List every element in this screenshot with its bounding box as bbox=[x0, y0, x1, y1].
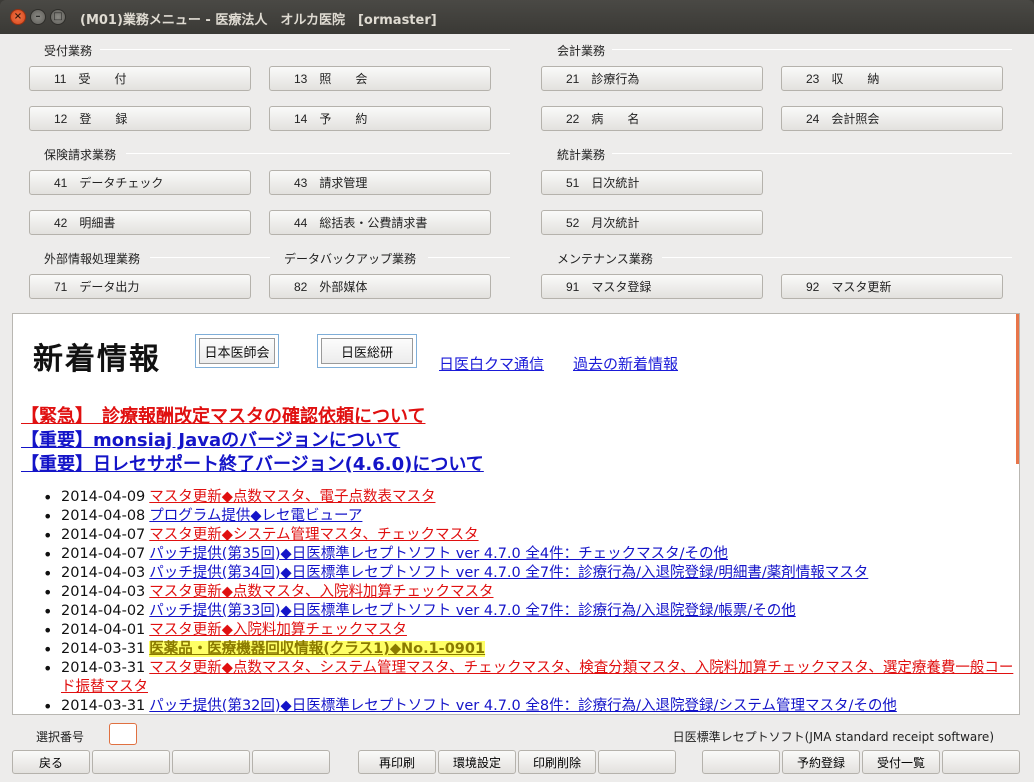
news-link[interactable]: 医薬品・医療機器回収情報(クラス1)◆No.1-0901 bbox=[149, 641, 486, 657]
news-link[interactable]: プログラム提供◆レセ電ビューア bbox=[149, 508, 362, 524]
list-item: 2014-04-08プログラム提供◆レセ電ビューア bbox=[43, 507, 1018, 526]
menu-button-82-external-media[interactable]: 82 外部媒体 bbox=[269, 274, 491, 299]
menu-button-44-soukatsu[interactable]: 44 総括表・公費請求書 bbox=[269, 210, 491, 235]
back-button[interactable]: 戻る bbox=[12, 750, 90, 774]
menu-button-43-seikyuu[interactable]: 43 請求管理 bbox=[269, 170, 491, 195]
select-number-label: 選択番号 bbox=[36, 730, 85, 744]
scrollbar[interactable] bbox=[1016, 314, 1019, 464]
title-bar: × – □ (M01)業務メニュー - 医療法人 オルカ医院 [ormaster… bbox=[0, 0, 1034, 34]
list-item: 2014-04-02パッチ提供(第33回)◆日医標準レセプトソフト ver 4.… bbox=[43, 602, 1018, 621]
menu-button-41-data-check[interactable]: 41 データチェック bbox=[29, 170, 251, 195]
separator bbox=[662, 257, 1012, 258]
menu-button-14-yoyaku[interactable]: 14 予 約 bbox=[269, 106, 491, 131]
menu-button-21-shinryou[interactable]: 21 診療行為 bbox=[541, 66, 763, 91]
news-panel[interactable]: 新着情報 日本医師会 日医総研 日医白クマ通信 過去の新着情報 【緊急】 診療報… bbox=[12, 313, 1020, 715]
separator bbox=[100, 49, 510, 50]
news-link[interactable]: マスタ更新◆点数マスタ、電子点数表マスタ bbox=[149, 489, 435, 505]
news-link[interactable]: マスタ更新◆入院料加算チェックマスタ bbox=[149, 622, 407, 638]
news-link[interactable]: パッチ提供(第35回)◆日医標準レセプトソフト ver 4.7.0 全4件：チェ… bbox=[149, 546, 728, 562]
list-item: 2014-04-07マスタ更新◆システム管理マスタ、チェックマスタ bbox=[43, 526, 1018, 545]
list-item: 2014-04-07パッチ提供(第35回)◆日医標準レセプトソフト ver 4.… bbox=[43, 545, 1018, 564]
news-title: 新着情報 bbox=[33, 342, 161, 377]
news-link[interactable]: マスタ更新◆点数マスタ、システム管理マスタ、チェックマスタ、検査分類マスタ、入院… bbox=[61, 660, 1013, 695]
group-label-maint: メンテナンス業務 bbox=[557, 252, 653, 266]
group-label-toukei: 統計業務 bbox=[557, 148, 606, 162]
separator bbox=[150, 257, 270, 258]
separator bbox=[612, 153, 1012, 154]
group-label-backup: データバックアップ業務 bbox=[284, 252, 417, 266]
print-delete-button[interactable]: 印刷削除 bbox=[518, 750, 596, 774]
past-news-link[interactable]: 過去の新着情報 bbox=[573, 353, 678, 374]
menu-button-11-uketsuke[interactable]: 11 受 付 bbox=[29, 66, 251, 91]
software-name: 日医標準レセプトソフト(JMA standard receipt softwar… bbox=[672, 730, 994, 744]
function-key-3[interactable] bbox=[172, 750, 250, 774]
nichii-souken-button[interactable]: 日医総研 bbox=[317, 334, 417, 368]
function-key-2[interactable] bbox=[92, 750, 170, 774]
function-key-4[interactable] bbox=[252, 750, 330, 774]
headline-monsiaj[interactable]: 【重要】monsiaj Javaのバージョンについて bbox=[21, 426, 400, 452]
reception-list-button[interactable]: 受付一覧 bbox=[862, 750, 940, 774]
menu-button-71-data-output[interactable]: 71 データ出力 bbox=[29, 274, 251, 299]
menu-button-22-byoumei[interactable]: 22 病 名 bbox=[541, 106, 763, 131]
separator bbox=[126, 153, 510, 154]
menu-button-51-nichiji[interactable]: 51 日次統計 bbox=[541, 170, 763, 195]
group-label-gaibu: 外部情報処理業務 bbox=[44, 252, 141, 266]
list-item: 2014-03-31マスタ更新◆点数マスタ、システム管理マスタ、チェックマスタ、… bbox=[43, 659, 1018, 697]
news-link[interactable]: パッチ提供(第32回)◆日医標準レセプトソフト ver 4.7.0 全8件：診療… bbox=[149, 698, 897, 714]
menu-button-92-master-update[interactable]: 92 マスタ更新 bbox=[781, 274, 1003, 299]
news-link[interactable]: マスタ更新◆点数マスタ、入院料加算チェックマスタ bbox=[149, 584, 493, 600]
headline-support-end[interactable]: 【重要】日レセサポート終了バージョン(4.6.0)について bbox=[21, 450, 484, 476]
close-icon[interactable]: × bbox=[10, 9, 26, 25]
ishikai-button[interactable]: 日本医師会 bbox=[195, 334, 279, 368]
separator bbox=[612, 49, 1012, 50]
maximize-icon[interactable]: □ bbox=[50, 9, 66, 25]
ishikai-button-label: 日本医師会 bbox=[199, 338, 275, 364]
separator bbox=[428, 257, 510, 258]
function-key-9[interactable] bbox=[702, 750, 780, 774]
menu-button-24-kaikei-shoukai[interactable]: 24 会計照会 bbox=[781, 106, 1003, 131]
function-key-8[interactable] bbox=[598, 750, 676, 774]
env-settings-button[interactable]: 環境設定 bbox=[438, 750, 516, 774]
news-list: 2014-04-09マスタ更新◆点数マスタ、電子点数表マスタ 2014-04-0… bbox=[43, 488, 1018, 714]
function-key-12[interactable] bbox=[942, 750, 1020, 774]
list-item: 2014-04-03マスタ更新◆点数マスタ、入院料加算チェックマスタ bbox=[43, 583, 1018, 602]
menu-button-52-getsuji[interactable]: 52 月次統計 bbox=[541, 210, 763, 235]
news-link[interactable]: パッチ提供(第34回)◆日医標準レセプトソフト ver 4.7.0 全7件：診療… bbox=[149, 565, 868, 581]
group-label-kaikei: 会計業務 bbox=[557, 44, 606, 58]
list-item: 2014-03-31パッチ提供(第32回)◆日医標準レセプトソフト ver 4.… bbox=[43, 697, 1018, 714]
menu-button-12-touroku[interactable]: 12 登 録 bbox=[29, 106, 251, 131]
menu-button-23-shuunou[interactable]: 23 収 納 bbox=[781, 66, 1003, 91]
list-item: 2014-04-03パッチ提供(第34回)◆日医標準レセプトソフト ver 4.… bbox=[43, 564, 1018, 583]
menu-button-42-meisaisho[interactable]: 42 明細書 bbox=[29, 210, 251, 235]
list-item: 2014-03-31医薬品・医療機器回収情報(クラス1)◆No.1-0901 bbox=[43, 640, 1018, 659]
window-title: (M01)業務メニュー - 医療法人 オルカ医院 [ormaster] bbox=[80, 13, 437, 28]
nichii-souken-button-label: 日医総研 bbox=[321, 338, 413, 364]
list-item: 2014-04-01マスタ更新◆入院料加算チェックマスタ bbox=[43, 621, 1018, 640]
menu-button-13-shoukai[interactable]: 13 照 会 bbox=[269, 66, 491, 91]
minimize-icon[interactable]: – bbox=[30, 9, 46, 25]
list-item: 2014-04-09マスタ更新◆点数マスタ、電子点数表マスタ bbox=[43, 488, 1018, 507]
news-link[interactable]: マスタ更新◆システム管理マスタ、チェックマスタ bbox=[149, 527, 478, 543]
shirokuma-link[interactable]: 日医白クマ通信 bbox=[439, 353, 544, 374]
menu-button-91-master-touroku[interactable]: 91 マスタ登録 bbox=[541, 274, 763, 299]
reprint-button[interactable]: 再印刷 bbox=[358, 750, 436, 774]
group-label-uketsuke: 受付業務 bbox=[44, 44, 93, 58]
select-number-input[interactable] bbox=[109, 723, 137, 745]
headline-urgent[interactable]: 【緊急】 診療報酬改定マスタの確認依頼について bbox=[21, 402, 425, 428]
news-link[interactable]: パッチ提供(第33回)◆日医標準レセプトソフト ver 4.7.0 全7件：診療… bbox=[149, 603, 795, 619]
group-label-hoken: 保険請求業務 bbox=[44, 148, 117, 162]
reservation-button[interactable]: 予約登録 bbox=[782, 750, 860, 774]
main-panel: 受付業務 会計業務 11 受 付 13 照 会 21 診療行為 23 収 納 1… bbox=[0, 34, 1034, 782]
